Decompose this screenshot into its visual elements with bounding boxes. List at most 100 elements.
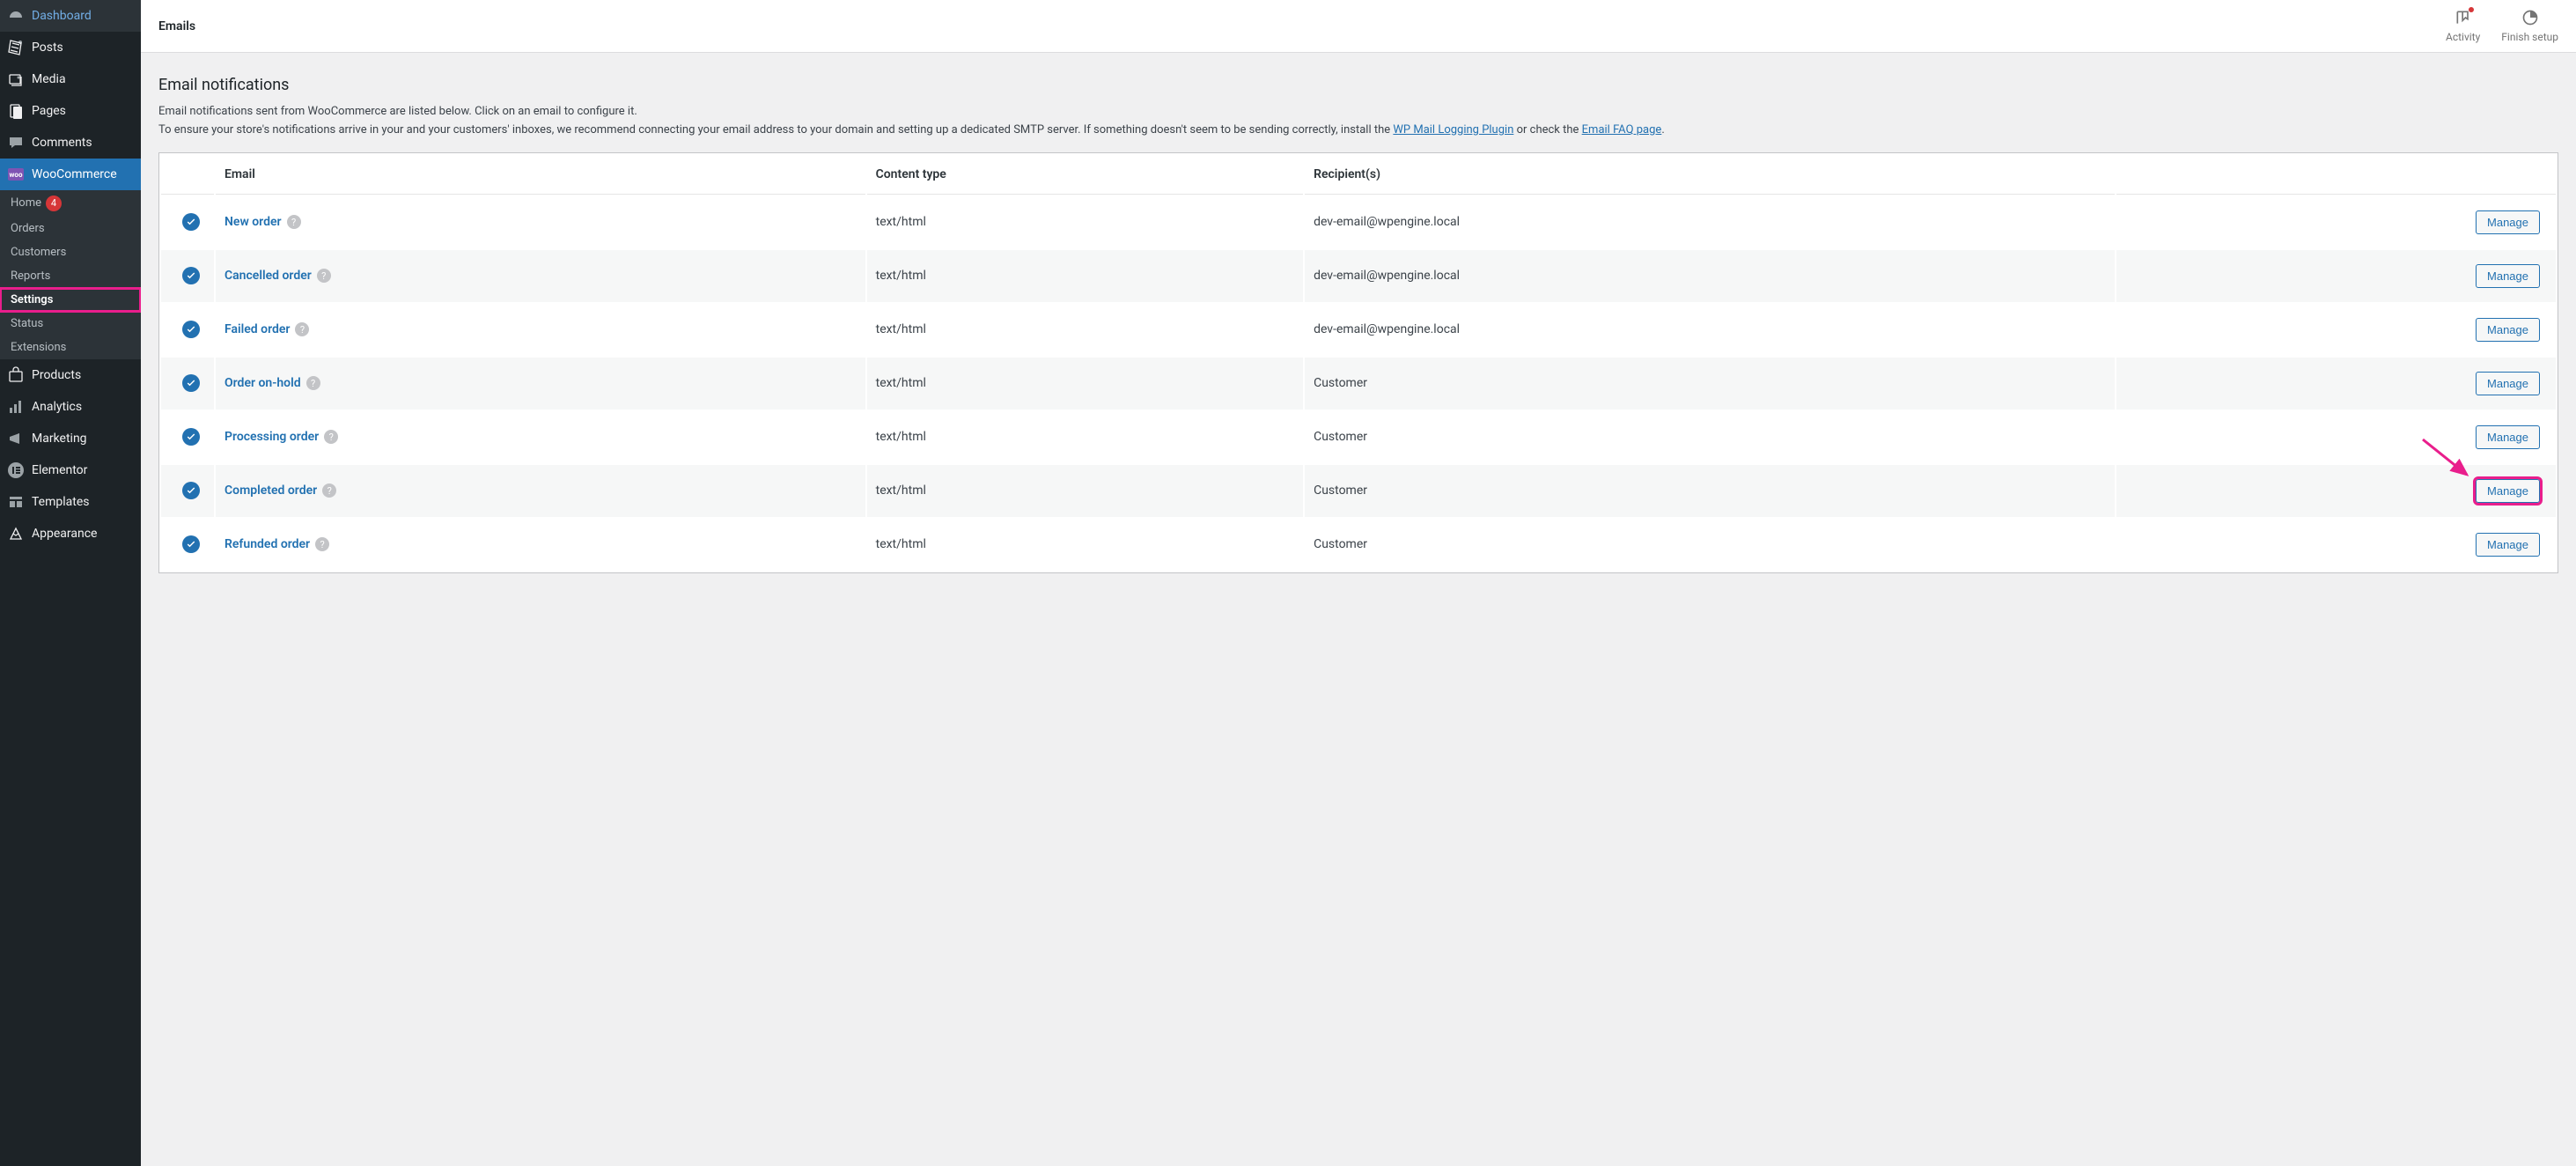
email-name-link[interactable]: Processing order bbox=[224, 430, 319, 444]
sidebar-item-label: Analytics bbox=[32, 400, 82, 414]
appearance-icon bbox=[7, 525, 25, 542]
elementor-icon bbox=[7, 461, 25, 479]
table-row: Failed order?text/htmldev-email@wpengine… bbox=[161, 304, 2556, 356]
actions-cell: Manage bbox=[2116, 465, 2556, 517]
sidebar-item-label: Elementor bbox=[32, 463, 87, 477]
actions-cell: Manage bbox=[2116, 304, 2556, 356]
enabled-check-icon bbox=[182, 213, 200, 231]
sidebar-item-dashboard[interactable]: Dashboard bbox=[0, 0, 141, 32]
manage-button[interactable]: Manage bbox=[2476, 264, 2540, 288]
desc-line-2b: or check the bbox=[1513, 123, 1581, 137]
sidebar-item-label: Posts bbox=[32, 41, 63, 55]
status-cell bbox=[161, 304, 214, 356]
sidebar-item-label: Media bbox=[32, 72, 66, 86]
submenu-item-status[interactable]: Status bbox=[0, 312, 141, 336]
table-row: Refunded order?text/htmlCustomerManage bbox=[161, 519, 2556, 571]
setup-icon bbox=[2521, 9, 2539, 31]
manage-button[interactable]: Manage bbox=[2476, 533, 2540, 557]
email-name-link[interactable]: Refunded order bbox=[224, 537, 310, 551]
help-icon[interactable]: ? bbox=[324, 430, 338, 444]
enabled-check-icon bbox=[182, 267, 200, 284]
topbar: Emails Activity Finish setup bbox=[141, 0, 2576, 53]
recipients-cell: dev-email@wpengine.local bbox=[1305, 304, 2115, 356]
sidebar-item-label: Marketing bbox=[32, 432, 87, 446]
sidebar-item-templates[interactable]: Templates bbox=[0, 486, 141, 518]
activity-label: Activity bbox=[2446, 31, 2480, 43]
content-type-cell: text/html bbox=[867, 196, 1303, 248]
sidebar-item-appearance[interactable]: Appearance bbox=[0, 518, 141, 550]
desc-line-2c: . bbox=[1661, 123, 1664, 137]
content-type-cell: text/html bbox=[867, 519, 1303, 571]
products-icon bbox=[7, 366, 25, 384]
sidebar-item-analytics[interactable]: Analytics bbox=[0, 391, 141, 423]
sidebar-item-marketing[interactable]: Marketing bbox=[0, 423, 141, 454]
col-recipients: Recipient(s) bbox=[1305, 155, 2115, 195]
content-type-cell: text/html bbox=[867, 411, 1303, 463]
status-cell bbox=[161, 358, 214, 410]
help-icon[interactable]: ? bbox=[317, 269, 331, 283]
topbar-actions: Activity Finish setup bbox=[2446, 9, 2558, 43]
page-title: Emails bbox=[158, 19, 195, 33]
help-icon[interactable]: ? bbox=[287, 215, 301, 229]
submenu-item-reports[interactable]: Reports bbox=[0, 264, 141, 288]
woo-icon: woo bbox=[7, 166, 25, 183]
sidebar-submenu: Home4OrdersCustomersReportsSettingsStatu… bbox=[0, 190, 141, 359]
submenu-item-home[interactable]: Home4 bbox=[0, 190, 141, 217]
table-row: New order?text/htmldev-email@wpengine.lo… bbox=[161, 196, 2556, 248]
email-name-link[interactable]: Order on-hold bbox=[224, 376, 301, 390]
sidebar-item-label: Templates bbox=[32, 495, 90, 509]
submenu-item-customers[interactable]: Customers bbox=[0, 240, 141, 264]
enabled-check-icon bbox=[182, 374, 200, 392]
status-cell bbox=[161, 465, 214, 517]
col-content-type: Content type bbox=[867, 155, 1303, 195]
dashboard-icon bbox=[7, 7, 25, 25]
enabled-check-icon bbox=[182, 482, 200, 499]
email-faq-link[interactable]: Email FAQ page bbox=[1582, 123, 1662, 137]
sidebar-item-comments[interactable]: Comments bbox=[0, 127, 141, 159]
manage-button[interactable]: Manage bbox=[2476, 425, 2540, 449]
help-icon[interactable]: ? bbox=[315, 537, 329, 551]
table-row: Cancelled order?text/htmldev-email@wpeng… bbox=[161, 250, 2556, 302]
posts-icon bbox=[7, 39, 25, 56]
marketing-icon bbox=[7, 430, 25, 447]
recipients-cell: dev-email@wpengine.local bbox=[1305, 250, 2115, 302]
email-name-link[interactable]: New order bbox=[224, 215, 282, 229]
submenu-item-orders[interactable]: Orders bbox=[0, 217, 141, 240]
actions-cell: Manage bbox=[2116, 358, 2556, 410]
manage-button[interactable]: Manage bbox=[2476, 479, 2540, 503]
sidebar-item-woocommerce[interactable]: wooWooCommerce bbox=[0, 159, 141, 190]
help-icon[interactable]: ? bbox=[295, 322, 309, 336]
email-name-cell: Order on-hold? bbox=[216, 358, 865, 410]
sidebar-item-media[interactable]: Media bbox=[0, 63, 141, 95]
sidebar-item-posts[interactable]: Posts bbox=[0, 32, 141, 63]
help-icon[interactable]: ? bbox=[322, 483, 336, 498]
email-name-link[interactable]: Cancelled order bbox=[224, 269, 312, 283]
email-name-cell: Cancelled order? bbox=[216, 250, 865, 302]
col-email: Email bbox=[216, 155, 865, 195]
sidebar-item-products[interactable]: Products bbox=[0, 359, 141, 391]
col-actions bbox=[2116, 155, 2556, 195]
submenu-item-settings[interactable]: Settings bbox=[0, 288, 141, 312]
manage-button[interactable]: Manage bbox=[2476, 372, 2540, 395]
sidebar-item-elementor[interactable]: Elementor bbox=[0, 454, 141, 486]
desc-line-2a: To ensure your store's notifications arr… bbox=[158, 123, 1393, 137]
activity-icon bbox=[2455, 9, 2472, 31]
help-icon[interactable]: ? bbox=[306, 376, 320, 390]
recipients-cell: Customer bbox=[1305, 411, 2115, 463]
wp-mail-logging-link[interactable]: WP Mail Logging Plugin bbox=[1393, 123, 1513, 137]
badge: 4 bbox=[46, 196, 62, 211]
email-name-link[interactable]: Failed order bbox=[224, 322, 290, 336]
manage-button[interactable]: Manage bbox=[2476, 318, 2540, 342]
submenu-item-extensions[interactable]: Extensions bbox=[0, 336, 141, 359]
finish-setup-button[interactable]: Finish setup bbox=[2501, 9, 2558, 43]
sidebar-item-pages[interactable]: Pages bbox=[0, 95, 141, 127]
sidebar-item-label: Comments bbox=[32, 136, 92, 150]
email-name-link[interactable]: Completed order bbox=[224, 483, 317, 498]
sidebar-item-label: Appearance bbox=[32, 527, 97, 541]
status-cell bbox=[161, 196, 214, 248]
actions-cell: Manage bbox=[2116, 196, 2556, 248]
manage-button[interactable]: Manage bbox=[2476, 210, 2540, 234]
content-type-cell: text/html bbox=[867, 250, 1303, 302]
enabled-check-icon bbox=[182, 535, 200, 553]
activity-button[interactable]: Activity bbox=[2446, 9, 2480, 43]
